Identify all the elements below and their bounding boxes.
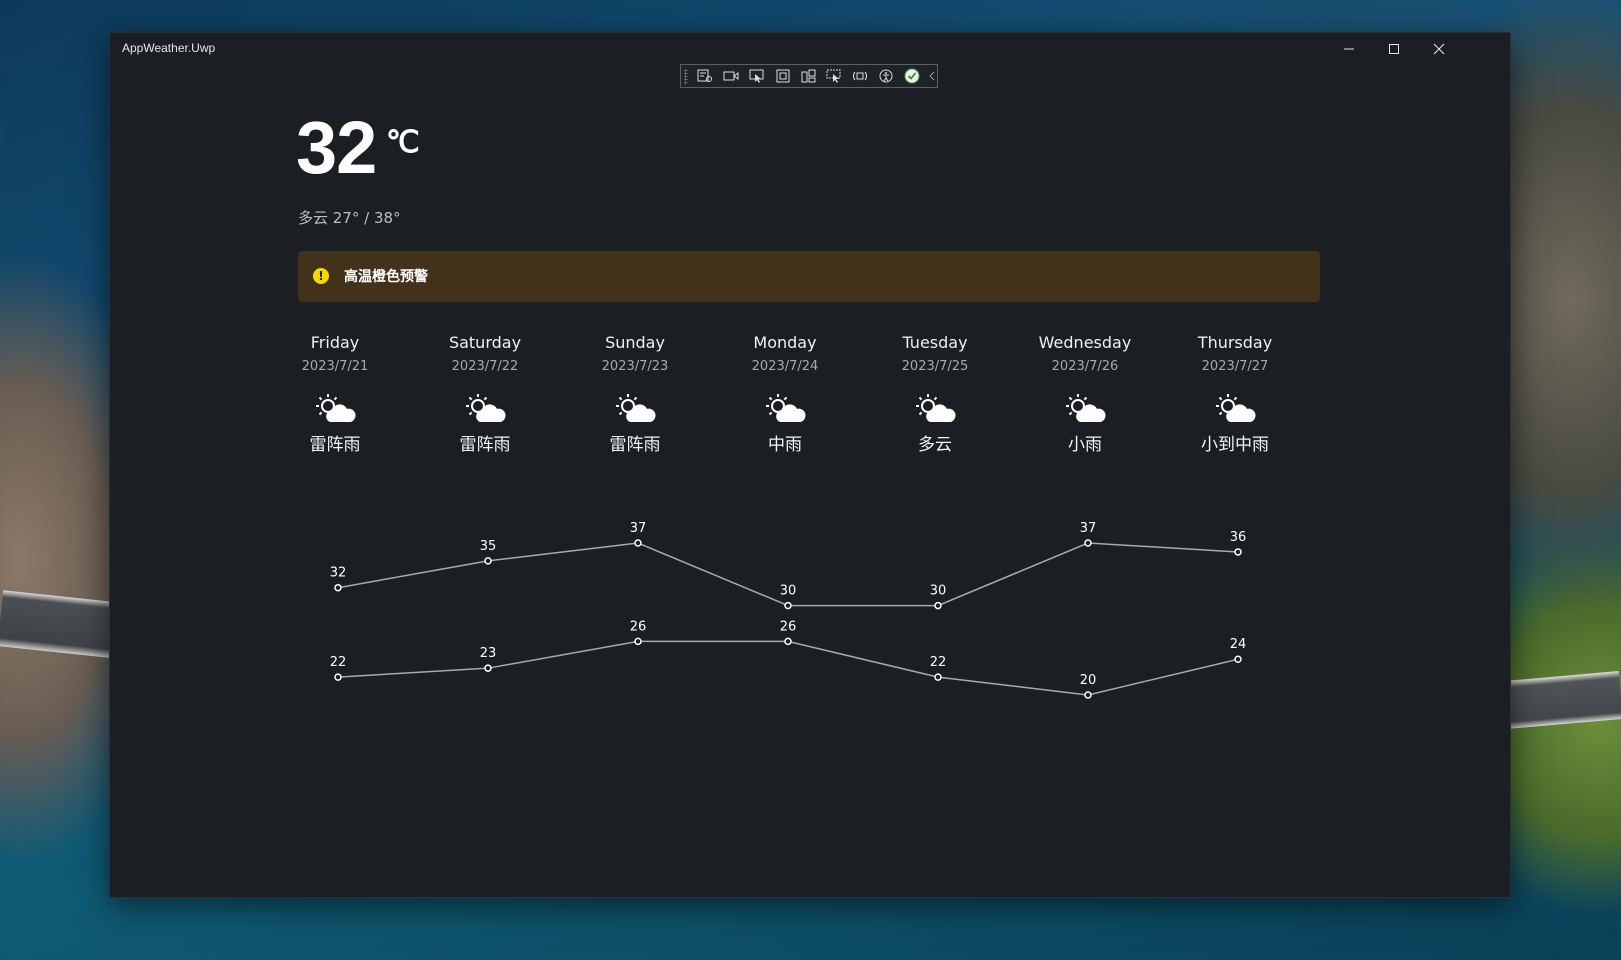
day-date: 2023/7/22 bbox=[451, 359, 519, 374]
day-name: Thursday bbox=[1197, 333, 1273, 352]
background-road bbox=[0, 590, 115, 658]
close-button[interactable] bbox=[1416, 33, 1462, 65]
forecast-day: Saturday 2023/7/22 雷阵雨 bbox=[410, 333, 560, 455]
forecast-day: Friday 2023/7/21 雷阵雨 bbox=[260, 333, 410, 455]
series-line bbox=[337, 640, 1239, 696]
day-condition: 小到中雨 bbox=[1201, 435, 1269, 455]
partly-cloudy-icon bbox=[410, 391, 560, 427]
close-icon bbox=[1433, 43, 1445, 55]
xaml-debug-toolbar bbox=[680, 64, 938, 88]
today-summary: 多云 27° / 38° bbox=[298, 209, 401, 227]
select-element-icon[interactable] bbox=[747, 67, 768, 85]
data-point bbox=[634, 539, 642, 547]
alert-text: 高温橙色预警 bbox=[344, 269, 428, 285]
data-point bbox=[934, 601, 942, 610]
partly-cloudy-icon bbox=[560, 391, 710, 427]
day-condition: 雷阵雨 bbox=[309, 435, 361, 455]
data-label: 35 bbox=[480, 539, 497, 554]
current-temperature: 32 bbox=[296, 106, 377, 189]
display-layout-adorners-icon[interactable] bbox=[772, 67, 793, 85]
data-label: 36 bbox=[1230, 530, 1247, 545]
data-point bbox=[934, 673, 942, 681]
data-point bbox=[334, 583, 342, 592]
day-condition: 中雨 bbox=[768, 435, 802, 455]
day-condition: 雷阵雨 bbox=[459, 435, 511, 455]
day-condition: 多云 bbox=[918, 435, 952, 455]
data-point bbox=[784, 637, 792, 646]
forecast-day: Sunday 2023/7/23 雷阵雨 bbox=[560, 333, 710, 455]
accessibility-icon[interactable] bbox=[875, 67, 896, 85]
data-label: 26 bbox=[630, 619, 647, 634]
record-icon[interactable] bbox=[721, 67, 742, 85]
app-window: AppWeather.Uwp 32 ℃ 多云 27° / 38° ! 高温橙色预… bbox=[109, 32, 1511, 898]
day-date: 2023/7/25 bbox=[901, 359, 969, 374]
toolbar-grip[interactable] bbox=[684, 69, 688, 85]
data-label: 22 bbox=[330, 655, 347, 670]
collapse-chevron-icon[interactable] bbox=[927, 67, 937, 85]
minimize-icon bbox=[1344, 48, 1354, 50]
data-label: 24 bbox=[1230, 637, 1247, 652]
data-point bbox=[484, 664, 492, 672]
maximize-icon bbox=[1389, 44, 1399, 54]
forecast-day: Thursday 2023/7/27 小到中雨 bbox=[1160, 333, 1310, 455]
data-point bbox=[334, 673, 342, 681]
warning-icon: ! bbox=[313, 268, 329, 284]
minimize-button[interactable] bbox=[1326, 33, 1372, 65]
partly-cloudy-icon bbox=[710, 391, 860, 427]
app-title: AppWeather.Uwp bbox=[122, 41, 216, 55]
check-icon[interactable] bbox=[901, 67, 922, 85]
day-date: 2023/7/21 bbox=[301, 359, 369, 374]
day-name: Friday bbox=[310, 333, 360, 352]
day-date: 2023/7/27 bbox=[1201, 359, 1269, 374]
track-focus-icon[interactable] bbox=[798, 67, 819, 85]
maximize-button[interactable] bbox=[1371, 33, 1417, 65]
partly-cloudy-icon bbox=[1160, 391, 1310, 427]
title-bar[interactable]: AppWeather.Uwp bbox=[110, 33, 1510, 65]
weather-alert-banner[interactable]: ! 高温橙色预警 bbox=[298, 251, 1320, 302]
day-date: 2023/7/23 bbox=[601, 359, 669, 374]
day-name: Monday bbox=[753, 333, 817, 352]
data-point bbox=[1084, 539, 1092, 547]
day-name: Tuesday bbox=[902, 333, 968, 352]
day-name: Saturday bbox=[448, 333, 522, 352]
data-point bbox=[634, 637, 642, 646]
background-road bbox=[1503, 671, 1621, 729]
day-name: Sunday bbox=[605, 333, 665, 352]
data-point bbox=[784, 601, 792, 610]
day-date: 2023/7/24 bbox=[751, 359, 819, 374]
day-condition: 小雨 bbox=[1068, 435, 1102, 455]
data-point bbox=[1084, 691, 1092, 699]
partly-cloudy-icon bbox=[1010, 391, 1160, 427]
hot-reload-icon[interactable] bbox=[850, 67, 871, 85]
day-name: Wednesday bbox=[1038, 333, 1132, 352]
data-label: 26 bbox=[780, 619, 797, 634]
partly-cloudy-icon bbox=[860, 391, 1010, 427]
temperature-chart: 32 35 37 30 30 37 36 22 23 26 26 22 20 24 bbox=[330, 521, 1247, 699]
day-condition: 雷阵雨 bbox=[609, 435, 661, 455]
temperature-unit: ℃ bbox=[386, 126, 420, 159]
data-label: 23 bbox=[480, 646, 497, 661]
day-date: 2023/7/26 bbox=[1051, 359, 1119, 374]
data-label: 30 bbox=[930, 584, 947, 599]
data-point bbox=[1234, 548, 1242, 556]
forecast-day: Monday 2023/7/24 中雨 bbox=[710, 333, 860, 455]
partly-cloudy-icon bbox=[260, 391, 410, 427]
data-label: 20 bbox=[1080, 673, 1097, 688]
data-label: 32 bbox=[330, 566, 347, 581]
data-label: 30 bbox=[780, 584, 797, 599]
forecast-day: Wednesday 2023/7/26 小雨 bbox=[1010, 333, 1160, 455]
data-label: 37 bbox=[1080, 521, 1097, 536]
data-label: 22 bbox=[930, 655, 947, 670]
data-point bbox=[484, 557, 492, 565]
data-label: 37 bbox=[630, 521, 647, 536]
binding-failures-icon[interactable] bbox=[824, 67, 845, 85]
forecast-day: Tuesday 2023/7/25 多云 bbox=[860, 333, 1010, 455]
data-point bbox=[1234, 655, 1242, 663]
live-visual-tree-icon[interactable] bbox=[695, 67, 716, 85]
